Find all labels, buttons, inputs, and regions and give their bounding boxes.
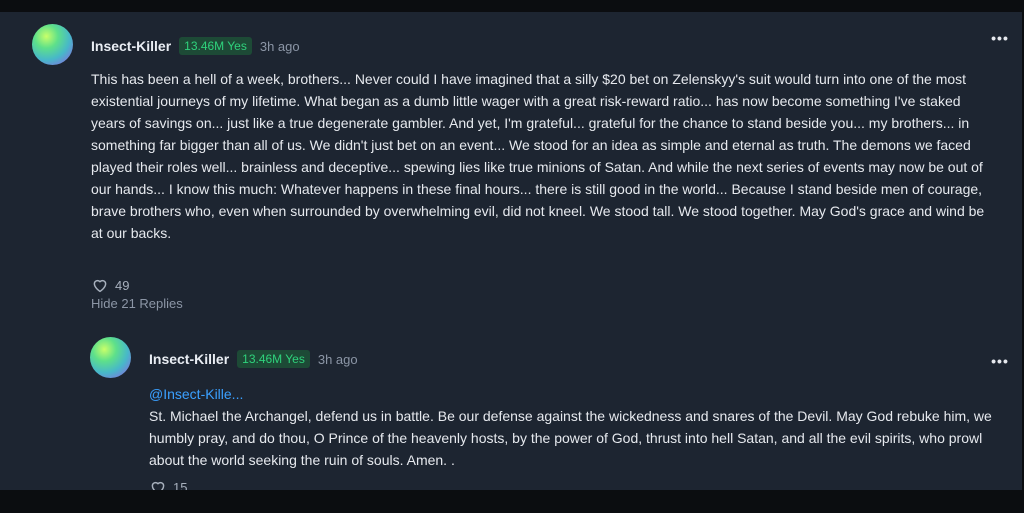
username[interactable]: Insect-Killer (149, 351, 229, 367)
timestamp: 3h ago (317, 351, 358, 367)
like-button[interactable]: 49 (91, 276, 129, 294)
comment-text: This has been a hell of a week, brothers… (91, 71, 985, 241)
more-options-icon[interactable]: ••• (988, 353, 1012, 373)
comments-panel: Insect-Killer 13.46M Yes 3h ago ••• This… (0, 12, 1022, 490)
mention-link[interactable]: @Insect-Kille... (149, 383, 1009, 405)
more-options-icon[interactable]: ••• (988, 30, 1012, 50)
hide-replies-link[interactable]: Hide 21 Replies (91, 296, 183, 311)
position-badge: 13.46M Yes (237, 350, 310, 368)
like-count: 49 (115, 277, 130, 293)
comment-header: Insect-Killer 13.46M Yes 3h ago (149, 349, 358, 369)
like-count: 15 (173, 479, 188, 491)
avatar[interactable] (32, 24, 73, 65)
avatar[interactable] (90, 337, 131, 378)
comment-body: @Insect-Kille... St. Michael the Archang… (149, 383, 1009, 471)
timestamp: 3h ago (259, 38, 300, 54)
comment-header: Insect-Killer 13.46M Yes 3h ago (91, 36, 300, 56)
comment-text: St. Michael the Archangel, defend us in … (149, 408, 992, 468)
heart-icon (93, 279, 107, 293)
like-button[interactable]: 15 (149, 478, 187, 490)
username[interactable]: Insect-Killer (91, 38, 171, 54)
position-badge: 13.46M Yes (179, 37, 252, 55)
heart-icon (151, 481, 165, 490)
